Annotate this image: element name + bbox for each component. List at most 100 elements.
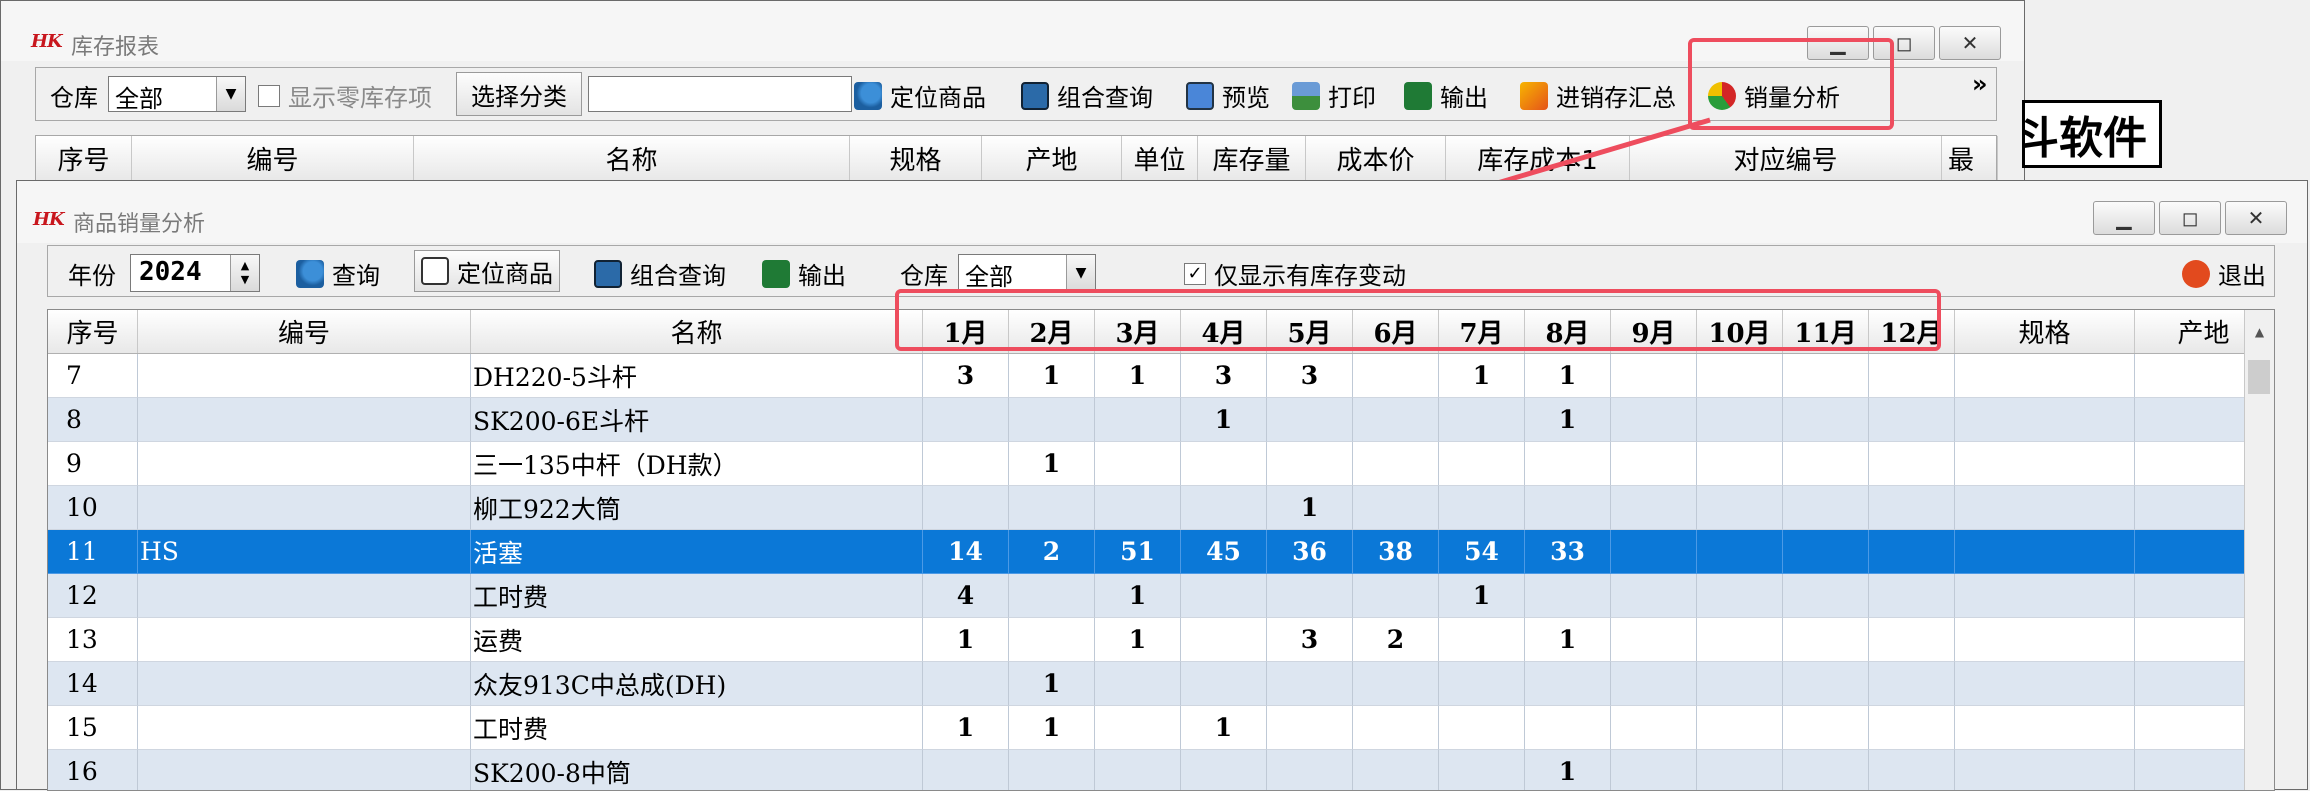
cell-index[interactable]: 12: [48, 574, 138, 618]
choose-category-button[interactable]: 选择分类: [456, 72, 582, 116]
maximize-button[interactable]: ◻: [2159, 201, 2221, 235]
cell-month-1[interactable]: 4: [923, 574, 1009, 618]
cell-month-9[interactable]: [1611, 486, 1697, 530]
cell-spec[interactable]: [1955, 442, 2135, 486]
cell-month-9[interactable]: [1611, 706, 1697, 750]
cell-month-6[interactable]: 2: [1353, 618, 1439, 662]
warehouse-select[interactable]: 全部 ▼: [958, 254, 1096, 292]
minimize-button[interactable]: ▁: [2093, 201, 2155, 235]
cell-month-12[interactable]: [1869, 706, 1955, 750]
cell-month-5[interactable]: [1267, 662, 1353, 706]
cell-month-6[interactable]: [1353, 354, 1439, 398]
cell-index[interactable]: 9: [48, 442, 138, 486]
inventory-col-header[interactable]: 规格: [850, 136, 982, 180]
locate-product-button[interactable]: 定位商品: [414, 250, 560, 292]
cell-month-2[interactable]: 2: [1009, 530, 1095, 574]
cell-month-3[interactable]: 1: [1095, 354, 1181, 398]
cell-month-2[interactable]: [1009, 398, 1095, 442]
cell-month-3[interactable]: [1095, 486, 1181, 530]
cell-month-12[interactable]: [1869, 442, 1955, 486]
cell-month-11[interactable]: [1783, 662, 1869, 706]
cell-spec[interactable]: [1955, 530, 2135, 574]
cell-month-11[interactable]: [1783, 486, 1869, 530]
cell-month-10[interactable]: [1697, 354, 1783, 398]
cell-month-8[interactable]: [1525, 486, 1611, 530]
spinner-arrows-icon[interactable]: ▲ ▼: [230, 255, 259, 291]
cell-month-7[interactable]: [1439, 442, 1525, 486]
cell-month-7[interactable]: 1: [1439, 574, 1525, 618]
cell-month-10[interactable]: [1697, 442, 1783, 486]
cell-month-6[interactable]: [1353, 442, 1439, 486]
cell-month-10[interactable]: [1697, 706, 1783, 750]
cell-month-2[interactable]: [1009, 486, 1095, 530]
cell-month-9[interactable]: [1611, 662, 1697, 706]
cell-month-6[interactable]: [1353, 706, 1439, 750]
cell-month-6[interactable]: 38: [1353, 530, 1439, 574]
table-row[interactable]: 14 众友913C中总成(DH) 1: [48, 662, 2273, 706]
cell-month-8[interactable]: 1: [1525, 398, 1611, 442]
inventory-col-header[interactable]: 产地: [982, 136, 1122, 180]
cell-code[interactable]: [138, 574, 471, 618]
vertical-scrollbar[interactable]: ▲: [2244, 310, 2274, 790]
year-spinner[interactable]: 2024 ▲ ▼: [130, 254, 260, 292]
cell-code[interactable]: [138, 442, 471, 486]
cell-index[interactable]: 16: [48, 750, 138, 790]
exit-button[interactable]: 退出: [2182, 256, 2266, 291]
cell-month-8[interactable]: 33: [1525, 530, 1611, 574]
col-header-code[interactable]: 编号: [138, 310, 471, 353]
cell-month-2[interactable]: [1009, 618, 1095, 662]
cell-month-7[interactable]: [1439, 486, 1525, 530]
cell-month-5[interactable]: 1: [1267, 486, 1353, 530]
cell-month-10[interactable]: [1697, 574, 1783, 618]
cell-month-8[interactable]: 1: [1525, 750, 1611, 790]
cell-month-2[interactable]: 1: [1009, 662, 1095, 706]
cell-code[interactable]: [138, 662, 471, 706]
cell-month-1[interactable]: [923, 398, 1009, 442]
cell-month-6[interactable]: [1353, 398, 1439, 442]
cell-month-4[interactable]: [1181, 442, 1267, 486]
toolbar-overflow-chevron[interactable]: »: [1972, 70, 1988, 98]
inventory-col-header[interactable]: 最: [1942, 136, 1998, 180]
cell-spec[interactable]: [1955, 486, 2135, 530]
cell-month-8[interactable]: [1525, 442, 1611, 486]
locate-product-button[interactable]: 定位商品: [854, 78, 986, 113]
cell-month-5[interactable]: [1267, 574, 1353, 618]
export-button[interactable]: 输出: [762, 256, 846, 291]
cell-month-1[interactable]: [923, 750, 1009, 790]
cell-month-2[interactable]: [1009, 574, 1095, 618]
category-input[interactable]: [588, 76, 852, 112]
cell-month-12[interactable]: [1869, 486, 1955, 530]
cell-month-11[interactable]: [1783, 530, 1869, 574]
cell-month-11[interactable]: [1783, 354, 1869, 398]
cell-month-5[interactable]: [1267, 750, 1353, 790]
cell-month-3[interactable]: [1095, 750, 1181, 790]
cell-month-12[interactable]: [1869, 398, 1955, 442]
cell-month-3[interactable]: [1095, 398, 1181, 442]
cell-name[interactable]: DH220-5斗杆: [471, 354, 923, 398]
cell-month-1[interactable]: 3: [923, 354, 1009, 398]
cell-month-9[interactable]: [1611, 442, 1697, 486]
cell-month-3[interactable]: [1095, 706, 1181, 750]
cell-index[interactable]: 7: [48, 354, 138, 398]
cell-name[interactable]: SK200-8中筒: [471, 750, 923, 790]
cell-month-1[interactable]: 1: [923, 618, 1009, 662]
cell-code[interactable]: [138, 486, 471, 530]
cell-index[interactable]: 8: [48, 398, 138, 442]
cell-name[interactable]: 三一135中杆（DH款）: [471, 442, 923, 486]
cell-month-10[interactable]: [1697, 486, 1783, 530]
cell-name[interactable]: 工时费: [471, 574, 923, 618]
cell-month-7[interactable]: 54: [1439, 530, 1525, 574]
cell-month-7[interactable]: [1439, 750, 1525, 790]
cell-month-9[interactable]: [1611, 530, 1697, 574]
cell-month-4[interactable]: [1181, 662, 1267, 706]
cell-month-10[interactable]: [1697, 662, 1783, 706]
cell-month-12[interactable]: [1869, 618, 1955, 662]
cell-month-12[interactable]: [1869, 750, 1955, 790]
table-row[interactable]: 15 工时费 1 1 1: [48, 706, 2273, 750]
cell-month-5[interactable]: 3: [1267, 618, 1353, 662]
cell-month-11[interactable]: [1783, 574, 1869, 618]
warehouse-select[interactable]: 全部 ▼: [108, 76, 246, 113]
cell-spec[interactable]: [1955, 618, 2135, 662]
cell-code[interactable]: HS: [138, 530, 471, 574]
cell-month-10[interactable]: [1697, 618, 1783, 662]
